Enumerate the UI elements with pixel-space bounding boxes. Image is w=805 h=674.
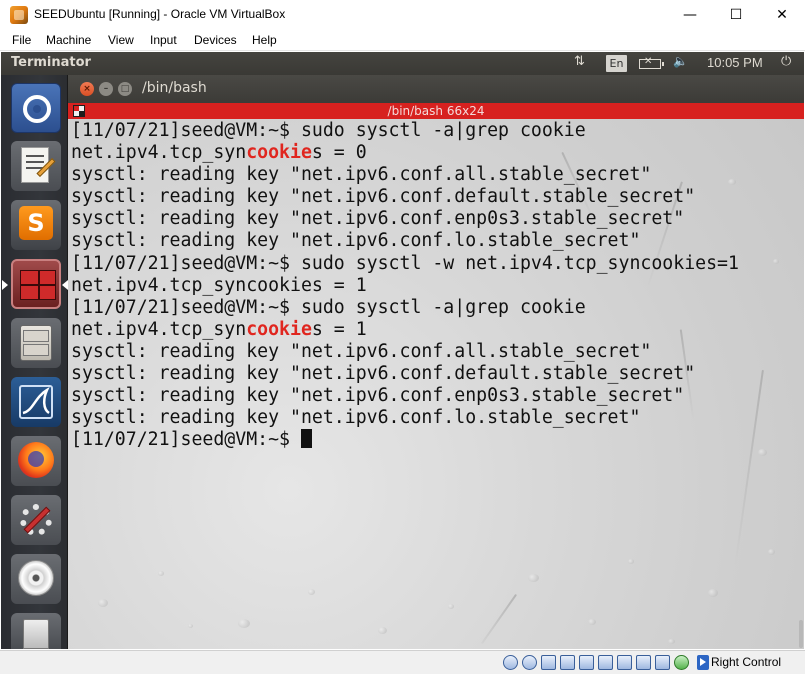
battery-icon[interactable]: ✕ [639,56,664,69]
launcher-terminator[interactable] [11,259,61,309]
terminal-text-segment: sysctl: reading key "net.ipv6.conf.defau… [71,186,696,208]
ubuntu-top-panel: Terminator ⇅ En ✕ 🔈 10:05 PM ⏻ [1,52,804,75]
terminal-line: sysctl: reading key "net.ipv6.conf.defau… [71,363,739,385]
volume-icon[interactable]: 🔈 [673,54,688,68]
close-button[interactable]: ✕ [759,0,805,30]
terminal-text-segment: net.ipv4.tcp_syn [71,318,247,340]
audio-status-icon[interactable] [541,655,556,670]
terminal-maximize-button[interactable]: □ [118,82,132,96]
terminal-line: sysctl: reading key "net.ipv6.conf.lo.st… [71,407,739,429]
terminal-text-segment: sysctl: reading key "net.ipv6.conf.enp0s… [71,385,685,407]
unity-launcher: S [1,75,68,649]
keyboard-capture-icon[interactable] [697,655,709,670]
terminal-line: [11/07/21]seed@VM:~$ [71,429,739,451]
terminal-text-segment: s = 1 [311,318,367,340]
menu-file[interactable]: File [12,33,31,47]
terminal-line: net.ipv4.tcp_syncookies = 1 [71,275,739,297]
virtualization-status-icon[interactable] [655,655,670,670]
active-app-indicator [2,280,8,290]
hard-disk-status-icon[interactable] [503,655,518,670]
display-status-icon[interactable] [617,655,632,670]
terminal-cursor [300,429,312,449]
disc-icon [18,560,54,596]
terminal-minimize-button[interactable]: – [99,82,113,96]
sublime-text-icon: S [19,206,53,240]
terminal-text-segment: net.ipv4.tcp_syn [71,142,247,164]
keyboard-layout-indicator[interactable]: En [606,55,627,72]
optical-drive-status-icon[interactable] [522,655,537,670]
mouse-integration-status-icon[interactable] [674,655,689,670]
launcher-system-settings[interactable] [11,495,61,545]
terminal-text-segment: sysctl: reading key "net.ipv6.conf.lo.st… [71,407,641,429]
terminal-window-title: /bin/bash [142,80,207,96]
menu-help[interactable]: Help [252,33,277,47]
network-sort-icon[interactable]: ⇅ [574,54,585,69]
virtualbox-app-icon[interactable] [10,6,28,24]
terminal-text-segment: sysctl: reading key "net.ipv6.conf.lo.st… [71,230,641,252]
menu-view[interactable]: View [108,33,134,47]
launcher-dash-home[interactable] [11,83,61,133]
launcher-trash[interactable] [11,613,61,649]
vbox-status-bar: Right Control [0,650,805,674]
terminal-text-segment: net.ipv4.tcp_syncookies = 1 [71,274,367,296]
terminal-text-segment: sysctl: reading key "net.ipv6.conf.all.s… [71,164,652,186]
terminal-text-segment: [11/07/21]seed@VM:~$ sudo sysctl -a|grep… [71,120,586,141]
terminal-output: [11/07/21]seed@VM:~$ sudo sysctl -a|grep… [71,120,739,451]
terminal-text-segment: [11/07/21]seed@VM:~$ sudo sysctl -w net.… [71,252,739,274]
launcher-dvd-drive[interactable] [11,554,61,604]
menu-devices[interactable]: Devices [194,33,237,47]
terminal-line: sysctl: reading key "net.ipv6.conf.all.s… [71,341,739,363]
terminal-tab-title: /bin/bash 66x24 [387,104,485,118]
grep-match-highlight: cookie [246,318,312,340]
terminal-line: [11/07/21]seed@VM:~$ sudo sysctl -a|grep… [71,120,739,142]
terminal-text-segment: sysctl: reading key "net.ipv6.conf.enp0s… [71,208,685,230]
launcher-text-editor[interactable] [11,141,61,191]
maximize-button[interactable]: ☐ [713,0,759,30]
host-key-label: Right Control [711,655,782,669]
terminal-text-segment: s = 0 [311,142,367,164]
usb-status-icon[interactable] [579,655,594,670]
wireshark-fin-icon [19,385,53,419]
terminal-body[interactable]: [11/07/21]seed@VM:~$ sudo sysctl -a|grep… [68,119,804,649]
terminal-window-titlebar: × – □ /bin/bash [68,75,804,103]
terminal-line: net.ipv4.tcp_syncookies = 0 [71,142,739,164]
terminal-text-segment: sysctl: reading key "net.ipv6.conf.all.s… [71,340,652,362]
terminal-tab-bar: /bin/bash 66x24 [68,103,804,119]
terminal-line: [11/07/21]seed@VM:~$ sudo sysctl -a|grep… [71,297,739,319]
terminator-group-icon[interactable] [73,105,85,117]
terminal-line: sysctl: reading key "net.ipv6.conf.enp0s… [71,385,739,407]
terminal-text-segment: [11/07/21]seed@VM:~$ [71,429,301,451]
trash-icon [23,619,49,649]
firefox-icon [18,442,54,478]
terminal-text-segment: [11/07/21]seed@VM:~$ sudo sysctl -a|grep… [71,296,586,318]
network-status-icon[interactable] [560,655,575,670]
terminator-icon [20,270,56,300]
terminal-line: sysctl: reading key "net.ipv6.conf.lo.st… [71,230,739,252]
terminal-line: sysctl: reading key "net.ipv6.conf.enp0s… [71,208,739,230]
launcher-firefox[interactable] [11,436,61,486]
terminal-line: sysctl: reading key "net.ipv6.conf.all.s… [71,164,739,186]
launcher-files[interactable] [11,318,61,368]
clock[interactable]: 10:05 PM [707,55,763,70]
launcher-sublime-text[interactable]: S [11,200,61,250]
terminal-line: [11/07/21]seed@VM:~$ sudo sysctl -w net.… [71,253,739,275]
ubuntu-logo-icon [23,95,51,123]
terminal-close-button[interactable]: × [80,82,94,96]
menu-input[interactable]: Input [150,33,177,47]
active-app-name: Terminator [11,55,91,70]
host-window-title: SEEDUbuntu [Running] - Oracle VM Virtual… [34,7,286,21]
terminal-text-segment: sysctl: reading key "net.ipv6.conf.defau… [71,363,696,385]
grep-match-highlight: cookie [246,142,312,164]
power-icon[interactable]: ⏻ [781,54,791,69]
terminal-line: sysctl: reading key "net.ipv6.conf.defau… [71,186,739,208]
scrollbar-thumb[interactable] [799,620,803,648]
video-capture-status-icon[interactable] [636,655,651,670]
shared-folders-status-icon[interactable] [598,655,613,670]
minimize-button[interactable]: — [667,0,713,30]
vbox-menubar: File Machine View Input Devices Help [0,30,805,51]
launcher-wireshark[interactable] [11,377,61,427]
host-titlebar: SEEDUbuntu [Running] - Oracle VM Virtual… [0,0,805,30]
menu-machine[interactable]: Machine [46,33,91,47]
terminal-line: net.ipv4.tcp_syncookies = 1 [71,319,739,341]
